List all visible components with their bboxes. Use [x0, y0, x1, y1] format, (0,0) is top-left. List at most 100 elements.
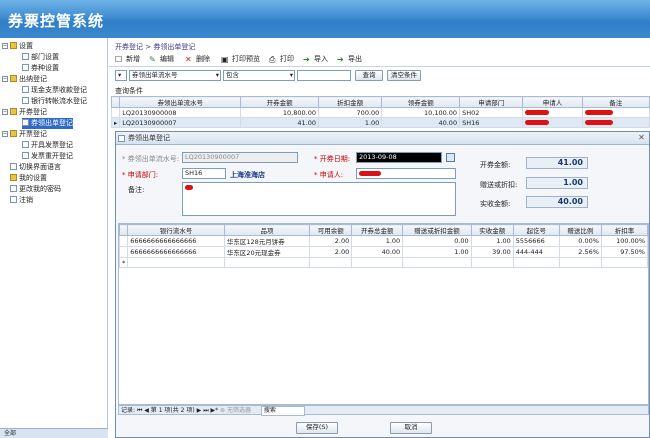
table-cell[interactable]: 2.00: [309, 246, 353, 258]
table-cell[interactable]: 5556666: [512, 235, 560, 247]
table-cell[interactable]: 444-444: [512, 246, 560, 258]
sidebar-item[interactable]: 开券登记: [10, 107, 47, 118]
cancel-button[interactable]: 取消: [390, 422, 432, 434]
table-cell[interactable]: 2.00: [309, 235, 353, 247]
table-cell[interactable]: 0.00%: [558, 235, 602, 247]
date-field[interactable]: 2013-09-08: [356, 152, 442, 163]
dialog-buttons: 保存(S) 取消: [116, 419, 649, 437]
sidebar-item[interactable]: 切换界面语言: [10, 162, 61, 173]
table-row[interactable]: 6666666666666666 华东区128元月饼券 2.00 1.00 0.00 1.…: [119, 235, 648, 247]
sidebar-item[interactable]: 开具发票登记: [22, 140, 73, 151]
redaction-mark: [584, 110, 613, 115]
new-button[interactable]: ☐ 新增: [115, 54, 140, 65]
row-selector[interactable]: [119, 235, 129, 247]
table-row[interactable]: 6666666666666666 华东区20元现金券 2.00 40.00 1.00 39…: [119, 246, 648, 258]
column-header[interactable]: 实收金额: [470, 224, 514, 236]
sidebar-item[interactable]: 银行转帐流水登记: [22, 96, 87, 107]
filter-status[interactable]: ⊗ 无筛选器: [220, 407, 251, 414]
table-cell[interactable]: [351, 257, 404, 268]
edit-button[interactable]: ✎ 编辑: [149, 54, 174, 65]
print-preview-button[interactable]: ▣ 打印预览: [221, 54, 260, 65]
serial-field[interactable]: LQ20130900007: [182, 152, 298, 163]
first-record-icon[interactable]: ⏮ ◀: [137, 407, 151, 414]
collapse-icon[interactable]: −: [2, 76, 8, 82]
filter-value-input[interactable]: [297, 70, 351, 81]
table-cell[interactable]: 6666666666666666: [127, 235, 225, 247]
filter-field-select[interactable]: 券领出单流水号 ▾: [129, 70, 221, 81]
table-cell[interactable]: 100.00%: [600, 235, 648, 247]
sidebar-item[interactable]: 设置: [10, 41, 33, 52]
collapse-icon[interactable]: −: [2, 131, 8, 137]
sidebar-item[interactable]: 开票登记: [10, 129, 47, 140]
row-selector[interactable]: [110, 107, 121, 118]
collapse-icon[interactable]: −: [2, 43, 8, 49]
table-cell[interactable]: 0.00: [402, 235, 472, 247]
column-header[interactable]: 银行流水号: [127, 224, 225, 236]
search-button[interactable]: 查询: [355, 70, 383, 81]
table-cell[interactable]: 华东区128元月饼券: [223, 235, 311, 247]
column-header[interactable]: 申请人: [522, 96, 583, 108]
sidebar-item[interactable]: 券领出单登记: [22, 118, 73, 129]
column-header[interactable]: 品项: [223, 224, 311, 236]
sidebar-item[interactable]: 我的设置: [10, 173, 47, 184]
table-row[interactable]: LQ20130900008 10,800.00 700.00 10,100.00 SH0…: [110, 107, 650, 118]
delete-button[interactable]: ✕ 删除: [185, 54, 210, 65]
table-cell[interactable]: [512, 257, 560, 268]
table-cell[interactable]: 华东区20元现金券: [223, 246, 311, 258]
table-cell[interactable]: [558, 257, 602, 268]
clear-conditions-button[interactable]: 清空条件: [387, 70, 421, 81]
remark-field[interactable]: [182, 182, 456, 216]
export-button[interactable]: ➔ 导出: [337, 54, 362, 65]
calendar-icon[interactable]: [446, 153, 455, 162]
column-header[interactable]: 券领出单流水号: [119, 96, 242, 108]
collapse-icon[interactable]: −: [2, 109, 8, 115]
column-header[interactable]: 开券金额: [240, 96, 319, 108]
column-header[interactable]: 备注: [581, 96, 650, 108]
column-header[interactable]: 开券总金额: [351, 224, 404, 236]
table-cell[interactable]: 1.00: [402, 246, 472, 258]
table-cell[interactable]: 40.00: [351, 246, 404, 258]
table-cell[interactable]: [127, 257, 225, 268]
import-button[interactable]: ➔ 导入: [303, 54, 328, 65]
sidebar-item[interactable]: 券种设置: [22, 63, 59, 74]
table-cell[interactable]: [309, 257, 353, 268]
table-cell[interactable]: [470, 257, 514, 268]
logic-select[interactable]: ▾: [115, 70, 127, 81]
column-header[interactable]: 领券金额: [381, 96, 461, 108]
table-cell[interactable]: 39.00: [470, 246, 514, 258]
row-selector[interactable]: ▸: [110, 117, 121, 128]
filter-operator-select[interactable]: 包含 ▾: [223, 70, 295, 81]
table-cell[interactable]: [600, 257, 648, 268]
table-cell[interactable]: [402, 257, 472, 268]
row-selector[interactable]: [119, 246, 129, 258]
table-cell[interactable]: 1.00: [470, 235, 514, 247]
sidebar-item[interactable]: 现金支票收款登记: [22, 85, 87, 96]
column-header[interactable]: 折扣金额: [317, 96, 383, 108]
table-cell[interactable]: 1.00: [351, 235, 404, 247]
table-cell[interactable]: 6666666666666666: [127, 246, 225, 258]
table-row[interactable]: ▸ LQ20130900007 41.00 1.00 40.00 SH16: [110, 117, 650, 128]
sidebar-item[interactable]: 出纳登记: [10, 74, 47, 85]
save-button[interactable]: 保存(S): [296, 422, 338, 434]
column-header[interactable]: 折扣率: [600, 224, 648, 236]
column-header[interactable]: 可用余额: [309, 224, 353, 236]
column-header[interactable]: 赠送或折扣金额: [402, 224, 472, 236]
sidebar-item[interactable]: 注销: [10, 195, 33, 206]
column-header[interactable]: 申请部门: [459, 96, 524, 108]
sidebar-item[interactable]: 更改我的密码: [10, 184, 61, 195]
nav-search-box[interactable]: 搜索: [260, 406, 305, 416]
print-button[interactable]: ⎙ 打印: [269, 54, 294, 65]
next-record-icon[interactable]: ▶ ⏭ ▶*: [197, 407, 220, 414]
table-cell[interactable]: 97.50%: [600, 246, 648, 258]
table-cell: [581, 107, 650, 118]
column-header[interactable]: 赠送比例: [558, 224, 602, 236]
sidebar-item[interactable]: 发票重开登记: [22, 151, 73, 162]
table-cell[interactable]: [223, 257, 311, 268]
sidebar-item[interactable]: 部门设置: [22, 52, 59, 63]
new-row[interactable]: *: [119, 257, 648, 268]
close-icon[interactable]: ✕: [637, 134, 646, 143]
column-header[interactable]: 起讫号: [512, 224, 560, 236]
applicant-field[interactable]: [356, 168, 456, 179]
table-cell[interactable]: 2.56%: [558, 246, 602, 258]
dept-code-field[interactable]: SH16: [182, 168, 226, 179]
